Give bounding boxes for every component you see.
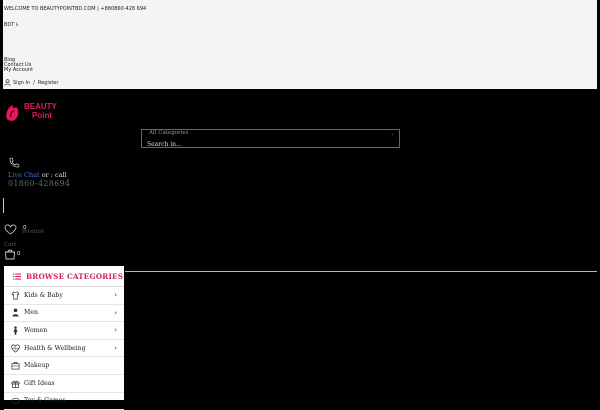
browse-categories-menu: BROWSE CATEGORIES Kids & Baby › Men › Wo… [4, 266, 124, 410]
toy-icon [11, 396, 20, 405]
user-icon [4, 79, 11, 86]
baby-clothes-icon [11, 291, 20, 300]
category-label: Gift Ideas [24, 379, 55, 387]
category-kids-baby[interactable]: Kids & Baby › [4, 287, 124, 305]
chevron-right-icon: › [114, 308, 117, 317]
list-icon [13, 273, 21, 280]
browse-categories-title: BROWSE CATEGORIES [26, 271, 124, 281]
category-men[interactable]: Men › [4, 305, 124, 323]
logo-line2: Point [32, 111, 52, 120]
chevron-down-icon[interactable]: ⌄ [391, 131, 395, 137]
or-call-text: or : call [39, 171, 67, 179]
cart-icon[interactable] [4, 248, 16, 260]
man-icon [11, 308, 20, 317]
wishlist-label[interactable]: Wishlist [22, 229, 44, 235]
register-link[interactable]: Register [38, 80, 59, 86]
live-chat-line: Live Chat or : call [8, 171, 67, 179]
makeup-case-icon [11, 361, 20, 370]
woman-icon [11, 326, 20, 335]
heart-icon[interactable] [4, 224, 17, 235]
divider [3, 198, 4, 213]
category-label: Toy & Games [24, 397, 66, 405]
account-links: Sign In / Register [4, 79, 58, 86]
category-label: Makeup [24, 362, 50, 370]
currency-selector[interactable]: BDT ৳ [4, 22, 18, 30]
search-box: All Categories ⌄ [141, 129, 400, 148]
chevron-right-icon: › [114, 291, 117, 299]
chevron-right-icon: › [114, 343, 117, 352]
category-health-wellbeing[interactable]: Health & Wellbeing › [4, 340, 124, 358]
category-label: Kids & Baby [24, 291, 63, 299]
category-label: Men [24, 309, 38, 317]
phone-icon [9, 157, 20, 168]
separator: / [33, 79, 35, 86]
chevron-right-icon: › [114, 326, 117, 335]
welcome-text: WELCOME TO BEAUTYPOINTBD.COM | +880860-4… [4, 6, 147, 12]
top-bar: WELCOME TO BEAUTYPOINTBD.COM | +880860-4… [3, 0, 597, 89]
phone-number[interactable]: 01860-428694 [8, 179, 70, 188]
nav-divider [125, 271, 597, 272]
live-chat-link[interactable]: Live Chat [8, 171, 40, 179]
category-label: Health & Wellbeing [24, 344, 86, 352]
category-women[interactable]: Women › [4, 322, 124, 340]
category-makeup[interactable]: Makeup [4, 357, 124, 375]
category-gift-ideas[interactable]: Gift Ideas [4, 375, 124, 393]
my-account-link[interactable]: My Account [4, 67, 33, 73]
logo-line1: BEAUTY [24, 102, 58, 111]
category-label: Women [24, 326, 48, 334]
heart-pulse-icon [11, 344, 20, 353]
category-toy-games[interactable]: Toy & Games [4, 393, 124, 410]
browse-categories-header[interactable]: BROWSE CATEGORIES [4, 266, 124, 287]
search-input[interactable] [147, 141, 347, 148]
category-dropdown[interactable]: All Categories [149, 130, 189, 136]
beauty-point-logo[interactable]: BEAUTY Point [4, 99, 68, 123]
sign-in-link[interactable]: Sign In [13, 80, 30, 86]
cart-count: 0 [17, 251, 21, 257]
gift-icon [11, 379, 20, 388]
